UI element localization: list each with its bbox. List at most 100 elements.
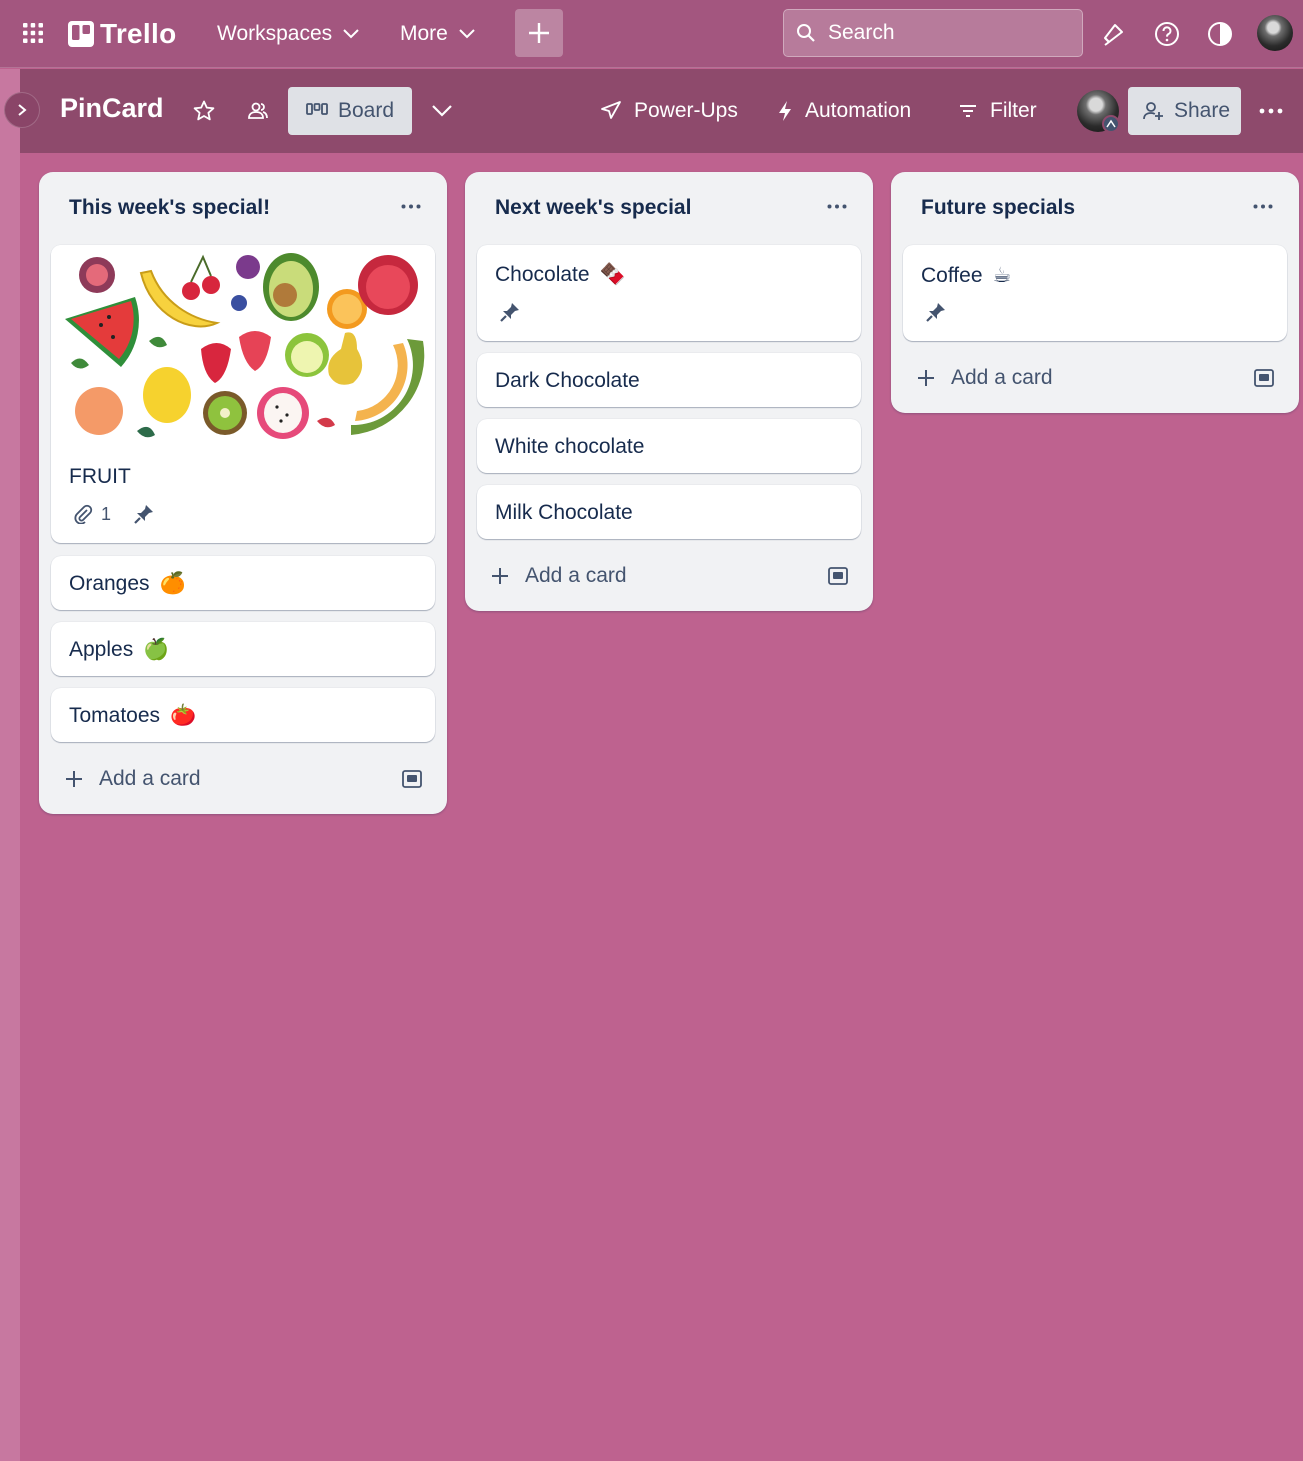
card-template-icon bbox=[1254, 369, 1274, 387]
card-coffee[interactable]: Coffee ☕ bbox=[903, 245, 1287, 341]
card-badges bbox=[925, 301, 947, 323]
chevron-down-icon bbox=[459, 29, 475, 39]
expand-sidebar-button[interactable] bbox=[4, 92, 40, 128]
coffee-emoji-icon: ☕ bbox=[992, 264, 1012, 287]
search-box[interactable] bbox=[783, 9, 1083, 57]
search-input[interactable] bbox=[828, 21, 1058, 45]
rocket-icon bbox=[601, 101, 621, 119]
card-cover-image bbox=[51, 245, 435, 449]
card-template-icon bbox=[828, 567, 848, 585]
add-card-button[interactable]: Add a card bbox=[65, 767, 201, 791]
plus-icon bbox=[66, 771, 82, 787]
orange-emoji-icon: 🍊 bbox=[159, 572, 186, 595]
admin-badge-icon bbox=[1102, 115, 1120, 133]
ellipsis-icon bbox=[827, 204, 847, 208]
card-dark-chocolate[interactable]: Dark Chocolate bbox=[477, 353, 861, 407]
app-switcher-icon[interactable] bbox=[16, 16, 50, 50]
lightning-icon bbox=[779, 101, 791, 121]
card-template-icon bbox=[402, 770, 422, 788]
add-card-label: Add a card bbox=[525, 564, 627, 587]
card-apples[interactable]: Apples 🍏 bbox=[51, 622, 435, 676]
sidebar-collapsed bbox=[0, 69, 20, 1461]
share-label: Share bbox=[1174, 99, 1231, 122]
card-title: White chocolate bbox=[495, 435, 645, 458]
team-visibility-icon bbox=[248, 102, 268, 119]
power-ups-label: Power-Ups bbox=[634, 99, 738, 122]
automation-button[interactable]: Automation bbox=[777, 91, 911, 131]
theme-toggle-button[interactable] bbox=[1200, 14, 1240, 54]
filter-label: Filter bbox=[990, 99, 1037, 122]
attachment-count: 1 bbox=[101, 503, 112, 524]
card-milk-chocolate[interactable]: Milk Chocolate bbox=[477, 485, 861, 539]
star-board-button[interactable] bbox=[186, 91, 222, 131]
card-chocolate[interactable]: Chocolate 🍫 bbox=[477, 245, 861, 341]
card-fruit[interactable]: FRUIT 1 bbox=[51, 245, 435, 543]
create-button[interactable] bbox=[515, 9, 563, 57]
add-card-label: Add a card bbox=[99, 767, 201, 790]
attachment-icon bbox=[74, 504, 93, 524]
card-white-chocolate[interactable]: White chocolate bbox=[477, 419, 861, 473]
board-visibility-button[interactable] bbox=[240, 91, 276, 131]
plus-icon bbox=[918, 370, 934, 386]
list-menu-button[interactable] bbox=[1247, 192, 1279, 220]
card-title: Tomatoes 🍅 bbox=[69, 704, 197, 727]
card-title: FRUIT bbox=[69, 465, 131, 488]
card-oranges[interactable]: Oranges 🍊 bbox=[51, 556, 435, 610]
card-badges: 1 bbox=[73, 503, 155, 525]
ellipsis-icon bbox=[401, 204, 421, 208]
automation-label: Automation bbox=[805, 99, 912, 122]
plus-icon bbox=[492, 568, 508, 584]
workspaces-menu-button[interactable]: Workspaces bbox=[211, 14, 366, 54]
board-header: PinCard Board Power-Ups Automation Filte… bbox=[20, 69, 1303, 153]
ellipsis-icon bbox=[1259, 108, 1283, 114]
tomato-emoji-icon: 🍅 bbox=[170, 704, 197, 727]
list-menu-button[interactable] bbox=[821, 192, 853, 220]
chevron-down-icon bbox=[343, 29, 359, 39]
card-title: Dark Chocolate bbox=[495, 369, 640, 392]
board-title[interactable]: PinCard bbox=[60, 93, 164, 124]
trello-logo[interactable]: Trello bbox=[68, 18, 177, 50]
help-button[interactable] bbox=[1147, 14, 1187, 54]
more-menu-button[interactable]: More bbox=[394, 14, 482, 54]
board-view-icon bbox=[306, 103, 328, 115]
board-menu-button[interactable] bbox=[1253, 91, 1289, 131]
chevron-down-icon bbox=[432, 105, 452, 117]
add-card-button[interactable]: Add a card bbox=[917, 366, 1053, 390]
more-label: More bbox=[400, 22, 448, 45]
create-from-template-button[interactable] bbox=[401, 768, 423, 790]
card-title: Milk Chocolate bbox=[495, 501, 633, 524]
search-icon bbox=[797, 24, 815, 42]
view-switcher-button[interactable] bbox=[424, 91, 460, 131]
notifications-button[interactable] bbox=[1093, 14, 1133, 54]
filter-icon bbox=[960, 105, 976, 117]
board-view-button[interactable]: Board bbox=[288, 87, 412, 135]
add-card-button[interactable]: Add a card bbox=[491, 564, 627, 588]
plus-icon bbox=[529, 23, 549, 43]
trello-logo-icon bbox=[68, 21, 94, 47]
create-from-template-button[interactable] bbox=[827, 565, 849, 587]
megaphone-icon bbox=[1104, 24, 1123, 46]
list-title[interactable]: Next week's special bbox=[495, 196, 691, 220]
filter-button[interactable]: Filter bbox=[958, 91, 1037, 131]
card-title: Oranges 🍊 bbox=[69, 572, 186, 595]
app-name: Trello bbox=[100, 18, 177, 49]
card-title: Coffee ☕ bbox=[921, 263, 1012, 288]
list-menu-button[interactable] bbox=[395, 192, 427, 220]
share-button[interactable]: Share bbox=[1128, 87, 1241, 135]
power-ups-button[interactable]: Power-Ups bbox=[600, 91, 738, 131]
pin-icon bbox=[500, 303, 519, 322]
star-icon bbox=[193, 100, 215, 121]
workspaces-label: Workspaces bbox=[217, 22, 333, 45]
list-title[interactable]: Future specials bbox=[921, 196, 1075, 220]
list-this-weeks-special: This week's special! FRUIT 1 Oranges 🍊 A… bbox=[39, 172, 447, 814]
card-title: Apples 🍏 bbox=[69, 638, 170, 661]
chevron-right-icon bbox=[18, 104, 27, 116]
list-title[interactable]: This week's special! bbox=[69, 196, 270, 220]
board-view-label: Board bbox=[338, 99, 395, 122]
user-avatar[interactable] bbox=[1257, 15, 1293, 51]
pin-icon bbox=[134, 505, 154, 524]
list-next-weeks-special: Next week's special Chocolate 🍫 Dark Cho… bbox=[465, 172, 873, 611]
green-apple-emoji-icon: 🍏 bbox=[143, 638, 170, 661]
create-from-template-button[interactable] bbox=[1253, 367, 1275, 389]
card-tomatoes[interactable]: Tomatoes 🍅 bbox=[51, 688, 435, 742]
